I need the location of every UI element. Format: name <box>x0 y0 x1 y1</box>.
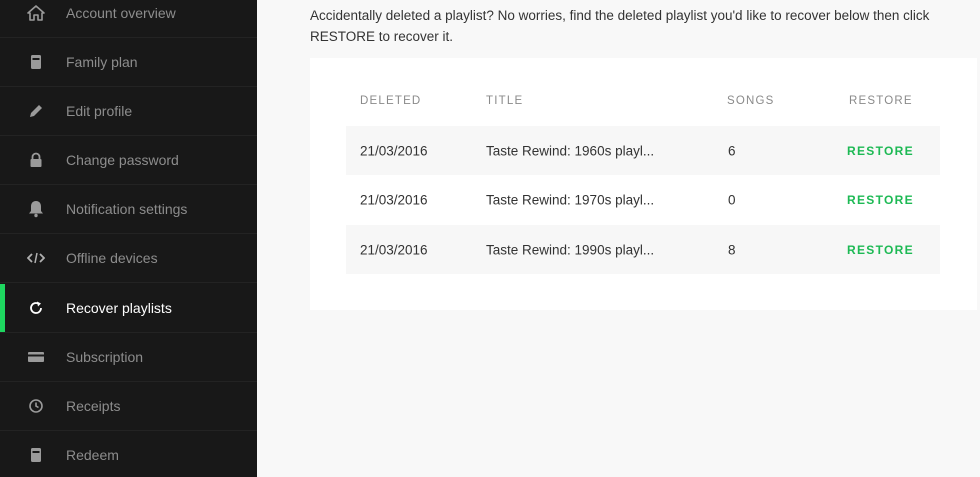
sidebar-item-account-overview[interactable]: Account overview <box>0 0 257 38</box>
sidebar-item-label: Receipts <box>66 398 121 414</box>
sidebar-item-redeem[interactable]: Redeem <box>0 431 257 477</box>
sidebar-item-subscription[interactable]: Subscription <box>0 333 257 382</box>
sidebar-item-label: Account overview <box>66 5 176 21</box>
table-row: 21/03/2016 Taste Rewind: 1990s playl... … <box>346 225 940 274</box>
sidebar-item-label: Notification settings <box>66 201 188 217</box>
song-count: 6 <box>728 143 736 158</box>
intro-text: Accidentally deleted a playlist? No worr… <box>310 8 930 44</box>
code-icon <box>26 248 46 268</box>
sidebar-item-notification-settings[interactable]: Notification settings <box>0 185 257 234</box>
table-row: 21/03/2016 Taste Rewind: 1970s playl... … <box>346 175 940 224</box>
sidebar-item-label: Offline devices <box>66 250 158 266</box>
song-count: 0 <box>728 192 736 207</box>
sidebar-item-label: Edit profile <box>66 103 133 119</box>
sidebar-item-label: Redeem <box>66 447 119 463</box>
sidebar-item-label: Subscription <box>66 349 144 365</box>
sidebar-item-offline-devices[interactable]: Offline devices <box>0 234 257 283</box>
card-icon <box>26 347 46 367</box>
restore-button[interactable]: RESTORE <box>847 193 914 207</box>
sidebar-item-change-password[interactable]: Change password <box>0 136 257 185</box>
sidebar-item-label: Family plan <box>66 54 138 70</box>
playlist-title: Taste Rewind: 1970s playl... <box>486 192 655 207</box>
column-header-songs: SONGS <box>727 95 775 107</box>
refresh-icon <box>26 298 46 318</box>
restore-button[interactable]: RESTORE <box>847 243 914 257</box>
table-row: 21/03/2016 Taste Rewind: 1960s playl... … <box>346 126 940 175</box>
column-header-restore: RESTORE <box>849 95 913 107</box>
sidebar-item-receipts[interactable]: Receipts <box>0 382 257 431</box>
sidebar-item-label: Recover playlists <box>66 300 172 316</box>
device-icon <box>26 52 46 72</box>
column-header-title: TITLE <box>486 95 524 107</box>
device-icon <box>26 445 46 465</box>
deleted-date: 21/03/2016 <box>360 143 428 158</box>
lock-icon <box>26 150 46 170</box>
recover-playlists-card: DELETED TITLE SONGS RESTORE 21/03/2016 T… <box>310 58 977 310</box>
restore-button[interactable]: RESTORE <box>847 144 914 158</box>
song-count: 8 <box>728 242 736 257</box>
playlist-title: Taste Rewind: 1960s playl... <box>486 143 655 158</box>
clock-icon <box>26 396 46 416</box>
main-content: Accidentally deleted a playlist? No worr… <box>257 0 980 477</box>
sidebar-item-label: Change password <box>66 152 179 168</box>
sidebar-item-edit-profile[interactable]: Edit profile <box>0 87 257 136</box>
deleted-date: 21/03/2016 <box>360 192 428 207</box>
home-icon <box>26 3 46 23</box>
sidebar: Account overview Family plan Edit profil… <box>0 0 257 477</box>
playlist-title: Taste Rewind: 1990s playl... <box>486 242 655 257</box>
deleted-date: 21/03/2016 <box>360 242 428 257</box>
sidebar-item-family-plan[interactable]: Family plan <box>0 38 257 87</box>
sidebar-item-recover-playlists[interactable]: Recover playlists <box>0 284 257 333</box>
bell-icon <box>26 199 46 219</box>
pencil-icon <box>26 101 46 121</box>
column-header-deleted: DELETED <box>360 95 422 107</box>
